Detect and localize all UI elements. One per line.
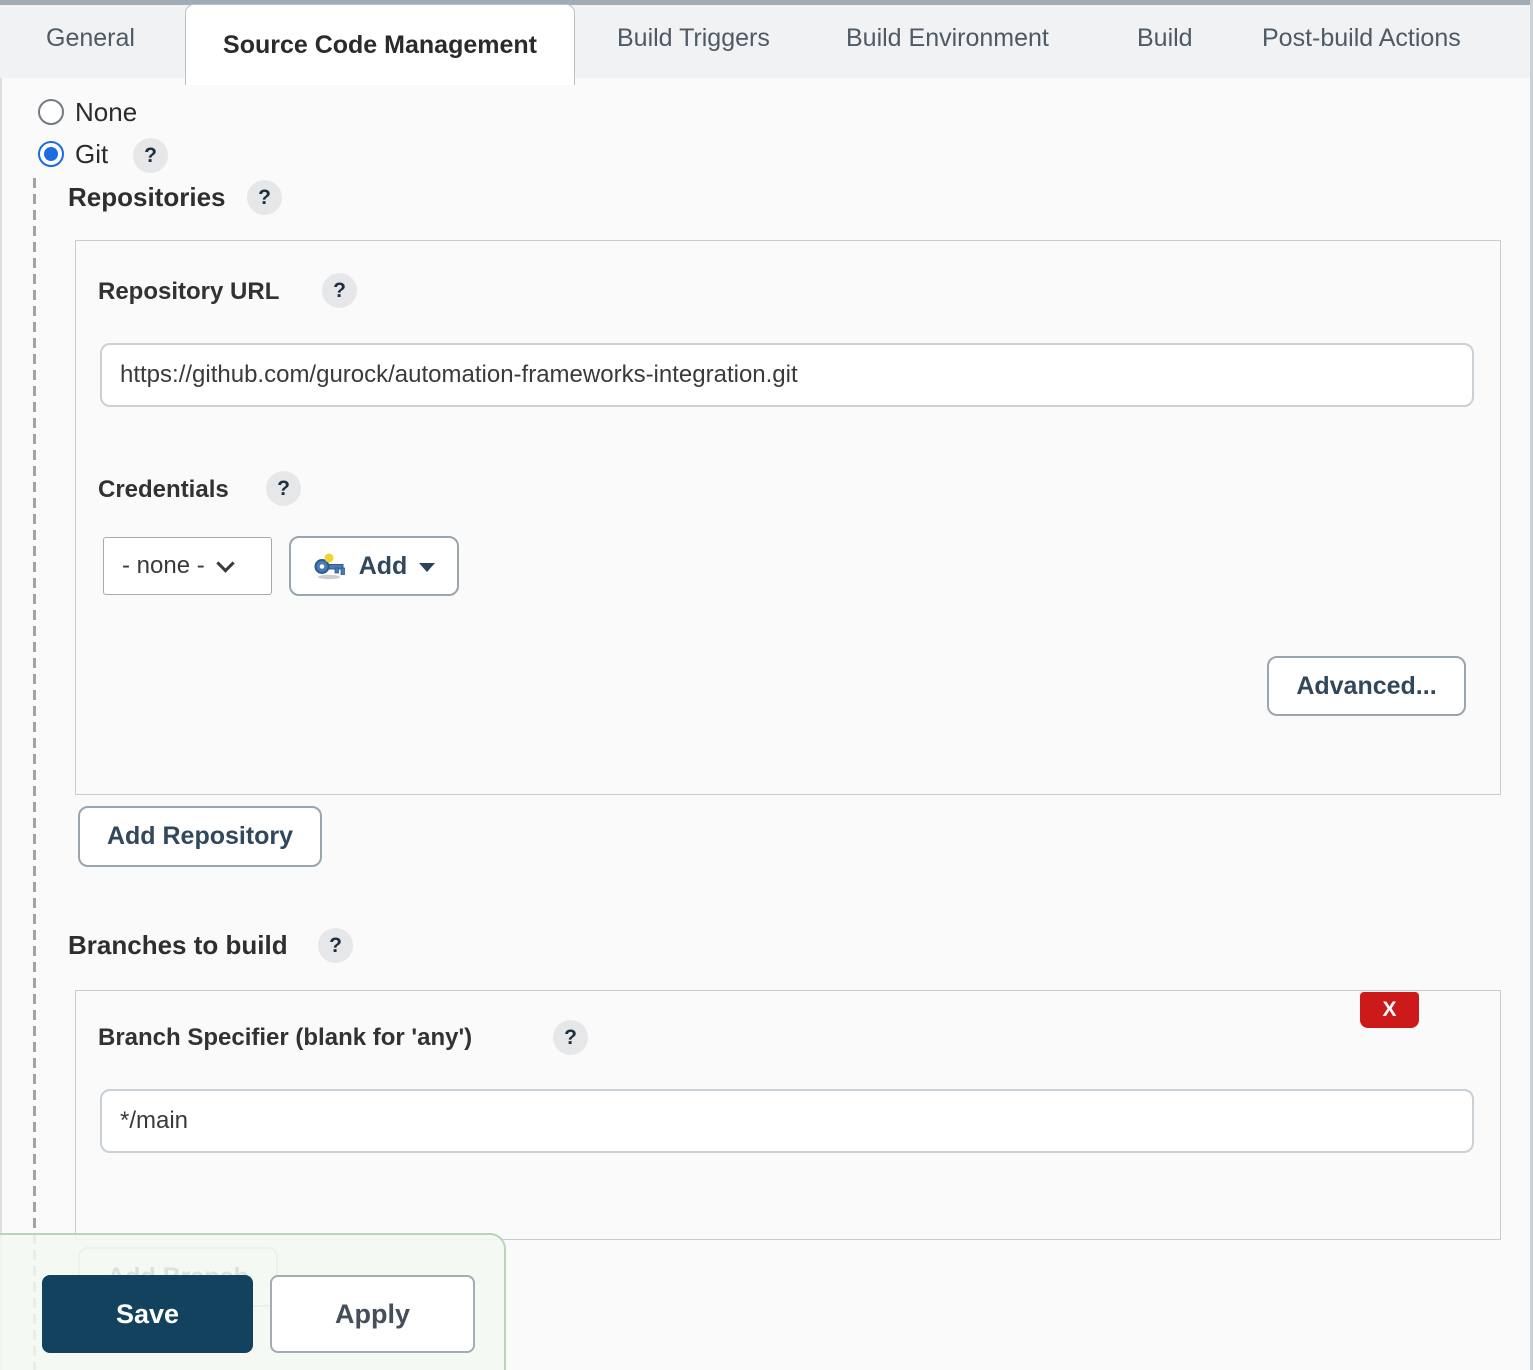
repository-url-help-icon[interactable]: ? [322,273,357,308]
key-icon [314,553,345,580]
branch-specifier-help-icon[interactable]: ? [553,1020,588,1055]
scm-git-radio[interactable] [38,141,64,167]
credentials-label: Credentials [98,476,229,503]
branch-specifier-label: Branch Specifier (blank for 'any') [98,1024,473,1051]
tab-general[interactable]: General [46,24,135,53]
repository-url-input[interactable] [100,343,1474,407]
chevron-down-icon [216,553,235,573]
advanced-button-label: Advanced... [1296,671,1437,700]
add-repository-button[interactable]: Add Repository [78,806,322,867]
tab-source-code-management-label: Source Code Management [223,30,537,59]
scm-none-radio-label[interactable]: None [75,97,137,128]
apply-button[interactable]: Apply [270,1275,475,1353]
repositories-heading: Repositories [68,182,226,212]
git-help-icon[interactable]: ? [133,138,168,173]
credentials-select[interactable]: - none - [103,537,272,595]
tab-build[interactable]: Build [1137,24,1193,53]
tab-build-triggers[interactable]: Build Triggers [617,24,770,53]
advanced-button[interactable]: Advanced... [1267,656,1466,716]
branches-help-icon[interactable]: ? [318,928,353,963]
repositories-help-icon[interactable]: ? [247,180,282,215]
credentials-help-icon[interactable]: ? [266,471,301,506]
delete-branch-button[interactable]: X [1360,992,1419,1028]
save-button[interactable]: Save [42,1275,253,1353]
branches-to-build-heading: Branches to build [68,930,288,960]
add-credentials-button[interactable]: Add [289,536,459,596]
caret-down-icon [419,563,436,572]
tab-source-code-management[interactable]: Source Code Management [185,4,575,85]
tab-build-environment[interactable]: Build Environment [846,24,1049,53]
scm-git-radio-label[interactable]: Git [75,139,108,170]
branch-specifier-input[interactable] [100,1089,1474,1153]
tree-indent-line [33,178,36,1370]
add-credentials-label: Add [358,551,408,580]
add-repository-label: Add Repository [106,822,294,850]
tab-post-build-actions[interactable]: Post-build Actions [1262,24,1461,53]
scm-none-radio[interactable] [38,99,64,125]
repository-url-label: Repository URL [98,278,280,305]
credentials-selected-value: - none - [122,552,205,579]
page-left-border [0,78,2,1370]
